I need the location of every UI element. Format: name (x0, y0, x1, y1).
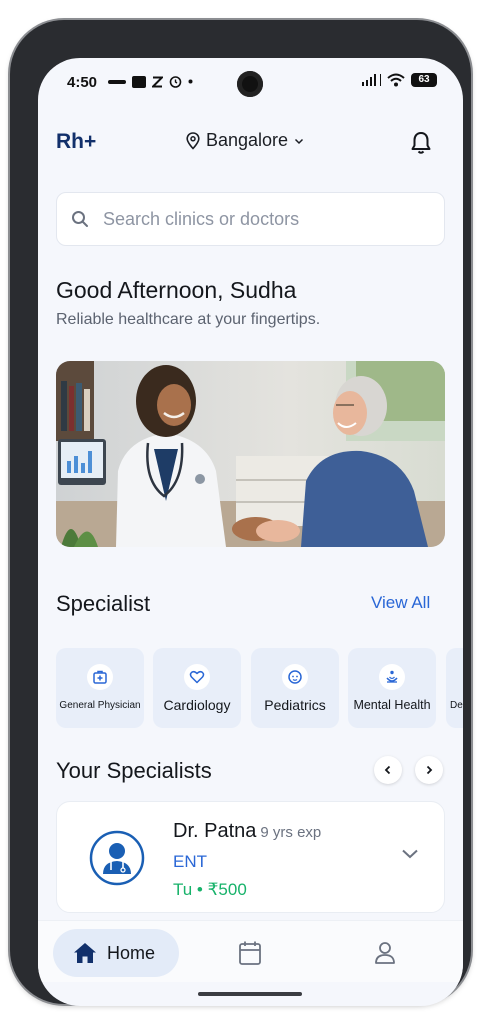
heart-icon (184, 664, 210, 690)
doctor-avatar-icon (89, 830, 145, 886)
specialist-chip-list: General Physician Cardiology Pediatrics … (56, 648, 463, 728)
specialist-chip-label: Pediatrics (264, 697, 326, 713)
doctor-specialty: ENT (173, 852, 207, 871)
carousel-next-button[interactable] (415, 756, 443, 784)
greeting-title: Good Afternoon, Sudha (56, 277, 297, 303)
chevron-right-icon (426, 765, 433, 775)
nav-home-tab[interactable]: Home (53, 929, 179, 977)
wallet-icon: ₩ (132, 75, 146, 88)
chevron-left-icon (384, 765, 391, 775)
home-indicator[interactable] (198, 992, 302, 996)
more-notifications-dot-icon (188, 79, 193, 84)
status-time: 4:50 (67, 74, 98, 91)
alarm-icon (169, 76, 182, 88)
calendar-icon[interactable] (238, 940, 262, 966)
specialist-chip-partial[interactable]: De (446, 648, 463, 728)
specialist-chip-label: Mental Health (353, 698, 431, 712)
notification-icons: ₩ (108, 75, 193, 88)
doctor-name-row: Dr. Patna 9 yrs exp (173, 820, 321, 843)
system-icons: 63 (361, 73, 437, 87)
app-screen: 4:50 ₩ 63 Rh+ Bangalore Search clinics o… (38, 58, 463, 1006)
location-selector[interactable]: Bangalore (186, 130, 304, 151)
profile-icon[interactable] (374, 941, 396, 965)
doctor-card[interactable]: Dr. Patna 9 yrs exp ENT Tu • ₹500 (56, 801, 445, 913)
bottom-navigation: Home (38, 920, 463, 982)
specialist-chip-label: General Physician (59, 700, 141, 711)
z-app-icon (152, 76, 163, 87)
front-camera (237, 71, 263, 97)
specialist-chip-pediatrics[interactable]: Pediatrics (251, 648, 339, 728)
carousel-prev-button[interactable] (374, 756, 402, 784)
notification-bell-icon[interactable] (410, 131, 432, 155)
greeting-subtitle: Reliable healthcare at your fingertips. (56, 311, 321, 328)
doctor-fee: Tu • ₹500 (173, 880, 247, 899)
phone-frame: 4:50 ₩ 63 Rh+ Bangalore Search clinics o… (10, 20, 471, 1006)
battery-icon: 63 (411, 73, 437, 87)
wifi-icon (387, 73, 405, 87)
nav-home-label: Home (107, 942, 156, 963)
specialist-chip-general-physician[interactable]: General Physician (56, 648, 144, 728)
signal-icon (361, 74, 381, 86)
specialist-chip-label: Cardiology (163, 697, 231, 713)
search-input[interactable] (103, 208, 403, 230)
chevron-down-icon (295, 138, 304, 144)
expand-chevron-icon[interactable] (401, 848, 419, 860)
your-specialists-title: Your Specialists (56, 758, 212, 783)
lotus-icon (379, 664, 405, 690)
app-notification-icon (108, 79, 126, 84)
doctor-experience: 9 yrs exp (260, 824, 322, 841)
location-pin-icon (186, 131, 200, 150)
search-icon (72, 211, 88, 227)
search-bar[interactable] (56, 192, 445, 246)
status-bar: 4:50 ₩ 63 (38, 58, 463, 106)
location-label: Bangalore (206, 130, 289, 150)
app-logo[interactable]: Rh+ (56, 130, 96, 154)
hero-doctor-patient-image (56, 361, 445, 547)
doctor-name: Dr. Patna (173, 820, 257, 842)
specialist-section-title: Specialist (56, 591, 151, 616)
baby-face-icon (282, 664, 308, 690)
view-all-link[interactable]: View All (371, 593, 430, 613)
medical-kit-icon (87, 664, 113, 690)
specialist-chip-label: De (450, 700, 463, 711)
specialist-chip-cardiology[interactable]: Cardiology (153, 648, 241, 728)
home-icon (74, 943, 96, 963)
specialist-chip-mental-health[interactable]: Mental Health (348, 648, 436, 728)
